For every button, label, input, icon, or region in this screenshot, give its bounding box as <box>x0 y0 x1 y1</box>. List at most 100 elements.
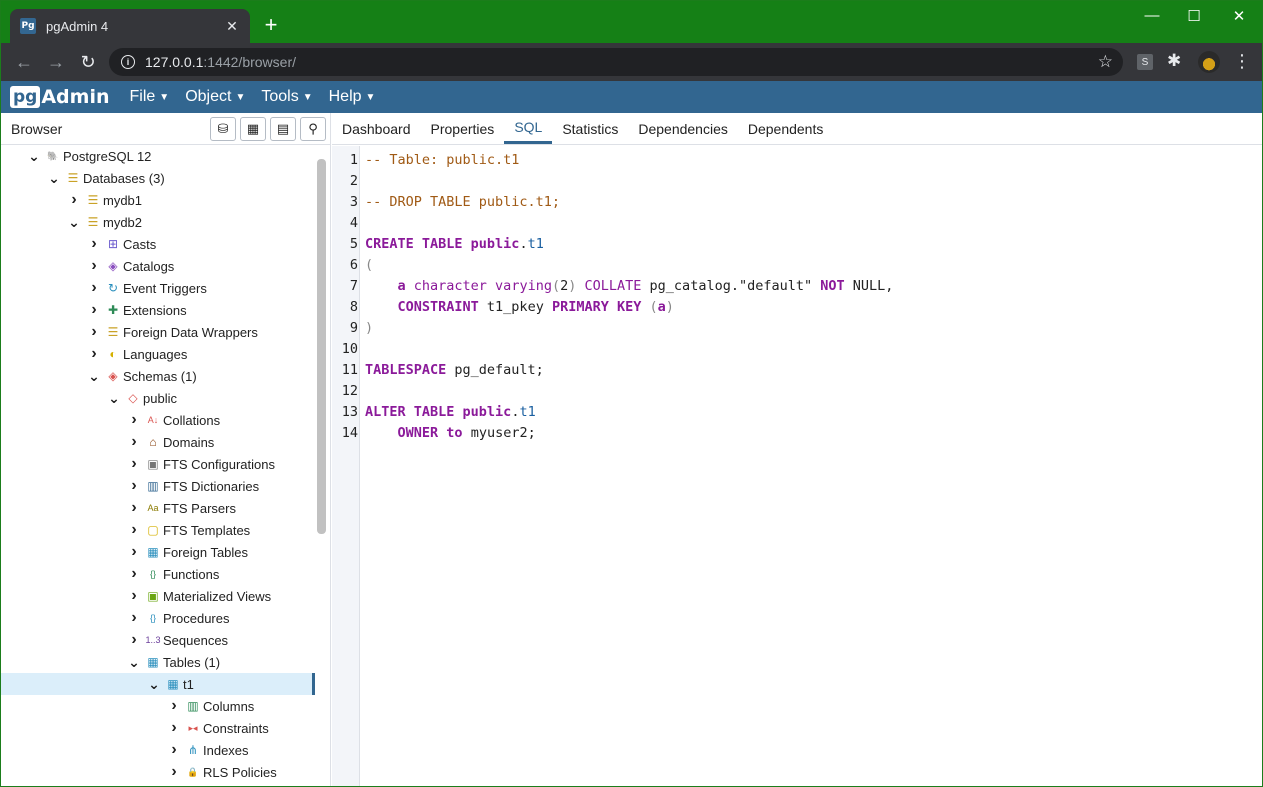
server-icon: 🐘 <box>47 150 59 161</box>
tree-node[interactable]: › ▣ Materialized Views <box>1 585 315 607</box>
code-token: ( <box>551 278 561 294</box>
menu-object[interactable]: Object ▼ <box>185 88 245 106</box>
chevron-right-icon[interactable]: › <box>127 543 141 560</box>
tab-sql[interactable]: SQL <box>504 113 553 144</box>
languages-icon: ◐ <box>109 347 117 361</box>
tab-dashboard[interactable]: Dashboard <box>332 113 421 144</box>
chevron-right-icon[interactable]: › <box>127 499 141 516</box>
tree-node[interactable]: ⌄ ▦ Tables (1) <box>1 651 315 673</box>
url-input[interactable]: i 127.0.0.1:1442/browser/ ☆ <box>109 48 1123 76</box>
query-tool-button[interactable]: ⛁ <box>210 116 236 141</box>
new-tab-button[interactable]: + <box>259 13 283 37</box>
chevron-right-icon[interactable]: › <box>167 741 181 758</box>
site-info-icon[interactable]: i <box>121 55 135 69</box>
tree-node[interactable]: › ▦ Foreign Tables <box>1 541 315 563</box>
browser-tab[interactable]: Pg pgAdmin 4 ✕ <box>10 9 250 43</box>
tree-node[interactable]: › A↓ Collations <box>1 409 315 431</box>
chevron-down-icon[interactable]: ⌄ <box>107 390 121 406</box>
tree-node[interactable]: › ↻ Event Triggers <box>1 277 315 299</box>
tree-node[interactable]: › Aa FTS Parsers <box>1 497 315 519</box>
close-tab-icon[interactable]: ✕ <box>224 18 240 35</box>
chevron-right-icon[interactable]: › <box>127 477 141 494</box>
tree-node[interactable]: › ◐ Languages <box>1 343 315 365</box>
tree-node[interactable]: › {} Functions <box>1 563 315 585</box>
tree-node[interactable]: › 🔒 RLS Policies <box>1 761 315 783</box>
forward-button[interactable]: → <box>45 51 67 73</box>
line-number: 9 <box>349 320 358 336</box>
tree-node[interactable]: › ⊞ Casts <box>1 233 315 255</box>
tree-node[interactable]: ⌄ ☰ mydb2 <box>1 211 315 233</box>
tree-node[interactable]: › ✚ Extensions <box>1 299 315 321</box>
tab-properties[interactable]: Properties <box>421 113 505 144</box>
tree-node[interactable]: › ⌂ Domains <box>1 431 315 453</box>
menu-file[interactable]: File ▼ <box>130 88 170 106</box>
extension-s-icon[interactable]: S <box>1137 54 1153 70</box>
search-objects-button[interactable]: ⚲ <box>300 116 326 141</box>
chevron-right-icon[interactable]: › <box>87 257 101 274</box>
chevron-right-icon[interactable]: › <box>87 345 101 362</box>
chevron-down-icon[interactable]: ⌄ <box>87 368 101 384</box>
tree-node[interactable]: › ☰ mydb1 <box>1 189 315 211</box>
code-token: public <box>470 236 520 252</box>
tree-node[interactable]: › 1..3 Sequences <box>1 629 315 651</box>
tree-node[interactable]: › ▥ FTS Dictionaries <box>1 475 315 497</box>
chevron-right-icon[interactable]: › <box>87 235 101 252</box>
browser-menu-icon[interactable]: ⋮ <box>1233 51 1251 72</box>
minimize-button[interactable]: — <box>1129 7 1175 24</box>
chevron-down-icon[interactable]: ⌄ <box>47 170 61 186</box>
chevron-down-icon[interactable]: ⌄ <box>147 676 161 692</box>
extensions-puzzle-icon[interactable]: ✱ <box>1167 51 1181 71</box>
event-triggers-icon: ↻ <box>107 281 119 295</box>
chevron-right-icon[interactable]: › <box>127 455 141 472</box>
tree-node[interactable]: › ◈ Catalogs <box>1 255 315 277</box>
url-host: 127.0.0.1 <box>145 54 204 70</box>
tree-node[interactable]: › {} Procedures <box>1 607 315 629</box>
tree-node[interactable]: ⌄ 🐘 PostgreSQL 12 <box>1 145 315 167</box>
chevron-right-icon[interactable]: › <box>87 323 101 340</box>
menu-tools[interactable]: Tools ▼ <box>261 88 312 106</box>
bookmark-star-icon[interactable]: ☆ <box>1098 52 1113 72</box>
tree-node[interactable]: › ☰ Foreign Data Wrappers <box>1 321 315 343</box>
tree-node[interactable]: › ▥ Columns <box>1 695 315 717</box>
chevron-right-icon[interactable]: › <box>87 279 101 296</box>
code-token: t1 <box>519 404 536 420</box>
menu-help[interactable]: Help ▼ <box>329 88 376 106</box>
tree-node[interactable]: ⌄ ◈ Schemas (1) <box>1 365 315 387</box>
chevron-right-icon[interactable]: › <box>127 521 141 538</box>
chevron-down-icon[interactable]: ⌄ <box>127 654 141 670</box>
tree-node[interactable]: › ⋔ Indexes <box>1 739 315 761</box>
sql-editor[interactable]: 1 2 3 4 5 6 7 8 9 10 11 12 13 14 -- Table: public.t1-… <box>332 146 1262 786</box>
line-number: 4 <box>349 215 358 231</box>
reload-button[interactable]: ↻ <box>77 51 99 73</box>
view-data-button[interactable]: ▦ <box>240 116 266 141</box>
chevron-right-icon[interactable]: › <box>167 763 181 780</box>
tab-statistics[interactable]: Statistics <box>552 113 628 144</box>
chevron-right-icon[interactable]: › <box>167 719 181 736</box>
tree-node[interactable]: ⌄ ☰ Databases (3) <box>1 167 315 189</box>
tree-node[interactable]: › ▢ FTS Templates <box>1 519 315 541</box>
tree-scrollbar[interactable] <box>317 159 326 534</box>
tree-node[interactable]: ⌄ ◇ public <box>1 387 315 409</box>
tree-node[interactable]: › ▣ FTS Configurations <box>1 453 315 475</box>
tree-node[interactable]: ⌄ ▦ t1 <box>1 673 315 695</box>
chevron-right-icon[interactable]: › <box>127 411 141 428</box>
tree-node[interactable]: › ▸◂ Constraints <box>1 717 315 739</box>
chevron-right-icon[interactable]: › <box>127 433 141 450</box>
chevron-right-icon[interactable]: › <box>127 587 141 604</box>
close-window-button[interactable]: ✕ <box>1216 7 1262 25</box>
chevron-right-icon[interactable]: › <box>127 609 141 626</box>
filtered-rows-button[interactable]: ▤ <box>270 116 296 141</box>
back-button[interactable]: ← <box>13 51 35 73</box>
tab-dependents[interactable]: Dependents <box>738 113 834 144</box>
chevron-right-icon[interactable]: › <box>67 191 81 208</box>
tab-dependencies[interactable]: Dependencies <box>628 113 738 144</box>
chevron-down-icon[interactable]: ⌄ <box>27 148 41 164</box>
chevron-down-icon[interactable]: ⌄ <box>67 214 81 230</box>
chevron-right-icon[interactable]: › <box>127 565 141 582</box>
maximize-button[interactable]: ☐ <box>1171 7 1217 25</box>
chevron-right-icon[interactable]: › <box>87 301 101 318</box>
profile-avatar[interactable] <box>1198 51 1220 73</box>
chevron-right-icon[interactable]: › <box>127 631 141 648</box>
chevron-right-icon[interactable]: › <box>167 697 181 714</box>
